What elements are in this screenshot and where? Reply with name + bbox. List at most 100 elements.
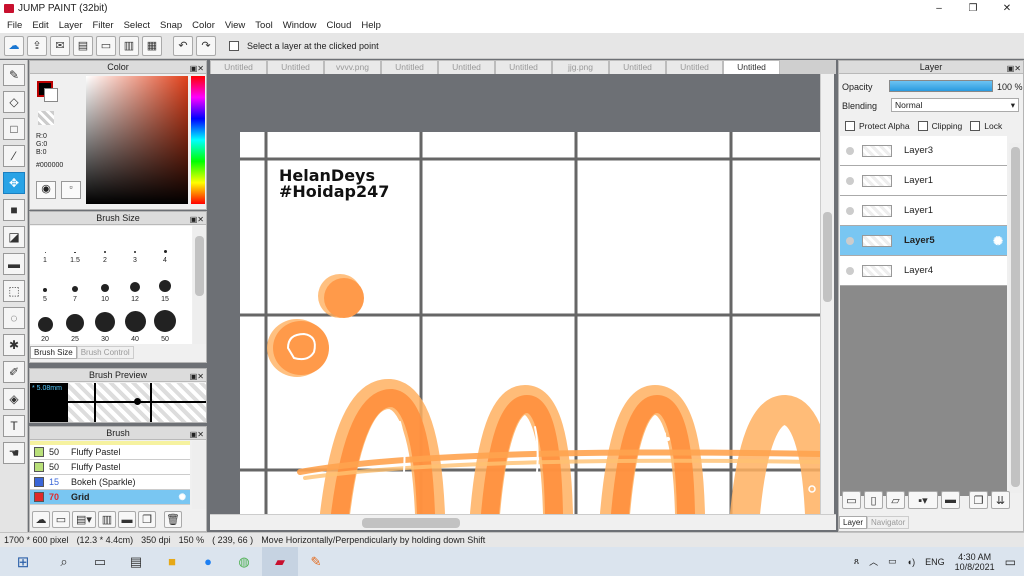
size-cell[interactable]: 2 (90, 226, 120, 264)
menu-window[interactable]: Window (278, 20, 322, 31)
select-pen-icon[interactable]: ✐ (3, 361, 25, 383)
panel-close-icon[interactable]: ▣✕ (190, 213, 204, 226)
gear-icon[interactable]: ✺ (178, 492, 186, 503)
size-cell[interactable]: 25 (60, 305, 90, 343)
tab-document[interactable]: Untitled (666, 60, 723, 74)
tab-document[interactable]: vvvv.png (324, 60, 381, 74)
gradient-tool-icon[interactable]: ▬ (3, 253, 25, 275)
visibility-icon[interactable] (846, 176, 854, 185)
drawing-canvas[interactable]: HelanDeys #Hoidap247 (240, 132, 820, 514)
chat-icon[interactable]: ▤ (73, 35, 93, 56)
tab-document[interactable]: Untitled (495, 60, 552, 74)
tab-brush-size[interactable]: Brush Size (30, 346, 77, 359)
eraser-tool-icon[interactable]: ◇ (3, 91, 25, 113)
maximize-button[interactable]: ❐ (956, 0, 990, 17)
size-cell[interactable]: 50 (150, 305, 180, 343)
volume-icon[interactable]: ◖) (907, 557, 915, 567)
hand-tool-icon[interactable]: ☚ (3, 442, 25, 464)
folder-app-icon[interactable]: ■ (154, 547, 190, 576)
transparent-swatch[interactable] (38, 111, 54, 125)
layer-row[interactable]: Layer1 (840, 196, 1007, 226)
secondary-color-swatch[interactable] (44, 88, 58, 102)
size-cell[interactable]: 40 (120, 305, 150, 343)
cloud-icon[interactable]: ☁ (4, 35, 24, 56)
undo-icon[interactable]: ↶ (173, 35, 193, 56)
brush-cloud-icon[interactable]: ☁ (32, 511, 50, 528)
windows-start-icon[interactable]: ⊞ (0, 547, 46, 576)
panel-close-icon[interactable]: ▣✕ (190, 428, 204, 441)
menu-cloud[interactable]: Cloud (322, 20, 357, 31)
visibility-icon[interactable] (846, 206, 854, 215)
language-indicator[interactable]: ENG (925, 557, 945, 567)
brush-item[interactable]: 50 Fluffy Pastel (30, 445, 190, 460)
layer-row[interactable]: Layer1 (840, 166, 1007, 196)
size-cell[interactable]: 7 (60, 265, 90, 303)
clipping-checkbox[interactable] (917, 121, 928, 131)
tab-document[interactable]: Untitled (267, 60, 324, 74)
fill-rect-tool-icon[interactable]: ■ (3, 199, 25, 221)
select-eraser-icon[interactable]: ◈ (3, 388, 25, 410)
brush-duplicate-icon[interactable]: ❐ (138, 511, 156, 528)
layer-list-scrollbar[interactable] (1009, 143, 1022, 493)
panel-close-icon[interactable]: ▣✕ (190, 370, 204, 383)
layer-row[interactable]: Layer3 (840, 136, 1007, 166)
canvas-horizontal-scrollbar[interactable] (210, 514, 836, 530)
select-layer-checkbox[interactable] (229, 40, 239, 51)
menu-layer[interactable]: Layer (54, 20, 88, 31)
brush-menu-icon[interactable]: ▤▾ (72, 511, 96, 528)
trash-icon[interactable]: 🗑 (164, 511, 182, 528)
protect-alpha-checkbox[interactable] (845, 121, 855, 131)
select-rect-tool-icon[interactable]: ⬚ (3, 280, 25, 302)
clock[interactable]: 4:30 AM 10/8/2021 (955, 552, 995, 572)
tab-document[interactable]: Untitled (381, 60, 438, 74)
size-cell[interactable]: 30 (90, 305, 120, 343)
paint-app-icon[interactable]: ✎ (298, 547, 334, 576)
pen-tool-icon[interactable]: ✎ (3, 64, 25, 86)
new-brush-icon[interactable]: ▭ (52, 511, 70, 528)
size-cell[interactable]: 10 (90, 265, 120, 303)
size-cell[interactable]: 1 (30, 226, 60, 264)
menu-tool[interactable]: Tool (250, 20, 277, 31)
share-icon[interactable]: ⇪ (27, 35, 47, 56)
brush-item[interactable]: 50 Fluffy Pastel (30, 460, 190, 475)
magic-wand-icon[interactable]: ✱ (3, 334, 25, 356)
line-tool-icon[interactable]: ⁄ (3, 145, 25, 167)
menu-select[interactable]: Select (119, 20, 155, 31)
menu-color[interactable]: Color (187, 20, 220, 31)
clipboard-icon[interactable]: ▥ (119, 35, 139, 56)
search-icon[interactable]: ⌕ (46, 547, 82, 576)
layer-row[interactable]: Layer4 (840, 256, 1007, 286)
size-cell[interactable]: 1.5 (60, 226, 90, 264)
lock-checkbox[interactable] (970, 121, 981, 131)
panel-close-icon[interactable]: ▣✕ (1007, 62, 1021, 75)
duplicate-layer-icon[interactable]: ❐ (969, 491, 988, 509)
hue-slider[interactable] (191, 76, 205, 204)
comment-icon[interactable]: ✉ (50, 35, 70, 56)
tab-document[interactable]: jjg.png (552, 60, 609, 74)
task-view-icon[interactable]: ▭ (82, 547, 118, 576)
text-tool-icon[interactable]: T (3, 415, 25, 437)
visibility-icon[interactable] (846, 236, 854, 245)
menu-file[interactable]: File (2, 20, 27, 31)
close-button[interactable]: ✕ (990, 0, 1024, 17)
panel-close-icon[interactable]: ▣✕ (190, 62, 204, 75)
minimize-button[interactable]: – (922, 0, 956, 17)
tab-document-active[interactable]: Untitled (723, 60, 780, 74)
folder-icon[interactable]: ▬ (941, 491, 960, 509)
tray-chevron-icon[interactable]: ︿ (869, 555, 878, 568)
menu-filter[interactable]: Filter (87, 20, 118, 31)
menu-help[interactable]: Help (356, 20, 386, 31)
layer-row-selected[interactable]: Layer5 ✺ (840, 226, 1007, 256)
rectangle-tool-icon[interactable]: □ (3, 118, 25, 140)
menu-edit[interactable]: Edit (27, 20, 53, 31)
horizontal-scroll-thumb[interactable] (362, 518, 460, 528)
tab-document[interactable]: Untitled (438, 60, 495, 74)
size-cell[interactable]: 12 (120, 265, 150, 303)
menu-snap[interactable]: Snap (155, 20, 187, 31)
blending-select[interactable]: Normal ▾ (891, 98, 1019, 112)
brush-folder-icon[interactable]: ▬ (118, 511, 136, 528)
visibility-icon[interactable] (846, 266, 854, 275)
size-cell[interactable]: 20 (30, 305, 60, 343)
color-field[interactable] (86, 76, 188, 204)
zalo-icon[interactable]: ● (190, 547, 226, 576)
